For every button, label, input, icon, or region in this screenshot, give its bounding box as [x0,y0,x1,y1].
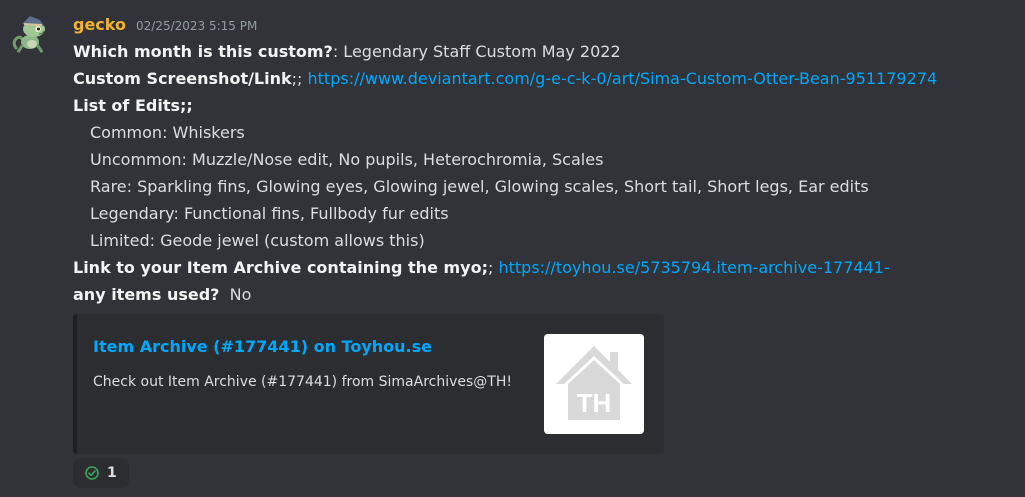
edit-item-legendary: Legendary: Functional fins, Fullbody fur… [90,204,449,223]
archive-label: Link to your Item Archive containing the… [73,258,488,277]
items-line: any items used? No [73,281,1013,308]
message-header: gecko 02/25/2023 5:15 PM [73,12,1013,38]
author-name[interactable]: gecko [73,12,126,38]
edit-item-rare: Rare: Sparkling fins, Glowing eyes, Glow… [90,177,869,196]
embed-description: Check out Item Archive (#177441) from Si… [93,374,512,390]
screenshot-separator: ;; [291,69,308,88]
month-label: Which month is this custom? [73,42,333,61]
link-embed: Item Archive (#177441) on Toyhou.se Chec… [73,314,664,454]
message-content: gecko 02/25/2023 5:15 PM Which month is … [73,12,1013,454]
screenshot-label: Custom Screenshot/Link [73,69,292,88]
check-mark-icon [85,466,99,480]
archive-separator: ; [487,258,499,277]
edit-item-uncommon: Uncommon: Muzzle/Nose edit, No pupils, H… [90,150,604,169]
screenshot-line: Custom Screenshot/Link;; https://www.dev… [73,65,1013,92]
items-value: No [219,285,252,304]
archive-link[interactable]: https://toyhou.se/5735794.item-archive-1… [498,258,889,277]
items-label: any items used? [73,285,220,304]
edit-item-limited: Limited: Geode jewel (custom allows this… [90,231,425,250]
toyhouse-logo-icon[interactable]: TH [544,334,644,434]
chat-message: gecko 02/25/2023 5:15 PM Which month is … [0,0,1025,497]
month-line: Which month is this custom?: Legendary S… [73,38,1013,65]
screenshot-link[interactable]: https://www.deviantart.com/g-e-c-k-0/art… [308,69,938,88]
archive-line: Link to your Item Archive containing the… [73,254,1013,281]
edits-label: List of Edits;; [73,96,193,115]
gecko-avatar-icon[interactable] [8,12,52,56]
thumbnail-text: TH [577,388,612,418]
message-timestamp: 02/25/2023 5:15 PM [136,19,258,33]
reaction-button[interactable]: 1 [73,458,129,488]
edits-line: List of Edits;; [73,92,1013,119]
month-value: : Legendary Staff Custom May 2022 [332,42,621,61]
reaction-count: 1 [107,465,117,481]
edit-item-common: Common: Whiskers [90,123,245,142]
embed-title-link[interactable]: Item Archive (#177441) on Toyhou.se [93,336,432,358]
